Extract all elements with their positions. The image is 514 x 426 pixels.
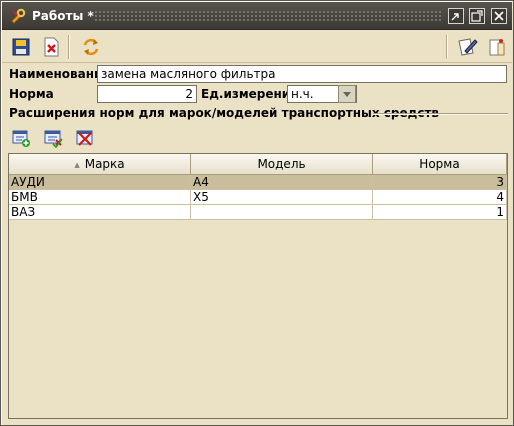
name-field[interactable]: замена масляного фильтра	[97, 65, 507, 83]
cell-model[interactable]: A4	[191, 175, 373, 190]
column-header-brand[interactable]: ▲ Марка	[9, 154, 191, 175]
refresh-button[interactable]	[80, 36, 102, 58]
cell-model[interactable]	[191, 205, 373, 220]
work-dialog-window: Работы * Наименование замена масляного ф…	[0, 0, 514, 426]
main-toolbar	[2, 31, 512, 63]
table-row[interactable]: БМВ X5 4	[9, 190, 507, 205]
close-red-icon	[44, 37, 59, 57]
restore-icon	[451, 13, 459, 21]
cell-norm[interactable]: 1	[373, 205, 507, 220]
cell-brand[interactable]: АУДИ	[9, 175, 191, 190]
close-window-button[interactable]	[491, 8, 507, 24]
norm-label: Норма	[9, 87, 54, 101]
maximize-button[interactable]	[469, 8, 485, 24]
maximize-icon	[471, 10, 483, 22]
unit-select-value: н.ч.	[291, 87, 314, 101]
section-divider	[373, 113, 508, 115]
add-record-button[interactable]	[11, 128, 31, 148]
table-row[interactable]: ВАЗ 1	[9, 205, 507, 220]
delete-record-button[interactable]	[75, 128, 95, 148]
table-row[interactable]: АУДИ A4 3	[9, 175, 507, 190]
minimize-restore-button[interactable]	[448, 8, 464, 24]
unit-dropdown-button[interactable]	[338, 85, 356, 103]
chevron-down-icon	[343, 92, 351, 97]
sort-ascending-icon: ▲	[74, 161, 80, 169]
edit-note-icon	[458, 38, 478, 56]
delete-record-icon	[76, 130, 93, 146]
close-icon	[494, 11, 504, 21]
column-header-brand-label: Марка	[84, 157, 125, 171]
column-header-model-label: Модель	[257, 157, 306, 171]
edit-record-icon	[44, 130, 63, 149]
norms-table: ▲ Марка Модель Норма АУДИ A4 3 БМВ X5 4 В…	[8, 153, 508, 419]
cell-brand[interactable]: БМВ	[9, 190, 191, 205]
name-label: Наименование	[9, 67, 111, 81]
title-bar[interactable]: Работы *	[2, 2, 512, 30]
title-grip	[94, 10, 442, 22]
save-icon	[12, 38, 30, 56]
info-button[interactable]	[486, 36, 508, 58]
cancel-button[interactable]	[40, 36, 62, 58]
cell-model[interactable]: X5	[191, 190, 373, 205]
wrench-tools-icon	[11, 8, 26, 24]
table-header: ▲ Марка Модель Норма	[9, 154, 507, 175]
info-icon	[489, 39, 505, 56]
column-header-norm[interactable]: Норма	[373, 154, 507, 175]
edit-note-button[interactable]	[456, 36, 478, 58]
toolbar-separator	[68, 35, 70, 59]
save-button[interactable]	[10, 36, 32, 58]
toolbar-separator-right	[446, 35, 448, 59]
column-header-model[interactable]: Модель	[191, 154, 373, 175]
cell-norm[interactable]: 3	[373, 175, 507, 190]
unit-label: Ед.измерения	[201, 87, 298, 101]
norm-field[interactable]: 2	[97, 85, 197, 103]
refresh-icon	[83, 38, 99, 56]
window-title: Работы *	[32, 9, 94, 23]
add-record-icon	[12, 130, 30, 147]
column-header-norm-label: Норма	[419, 157, 460, 171]
edit-record-button[interactable]	[43, 128, 63, 149]
cell-brand[interactable]: ВАЗ	[9, 205, 191, 220]
cell-norm[interactable]: 4	[373, 190, 507, 205]
